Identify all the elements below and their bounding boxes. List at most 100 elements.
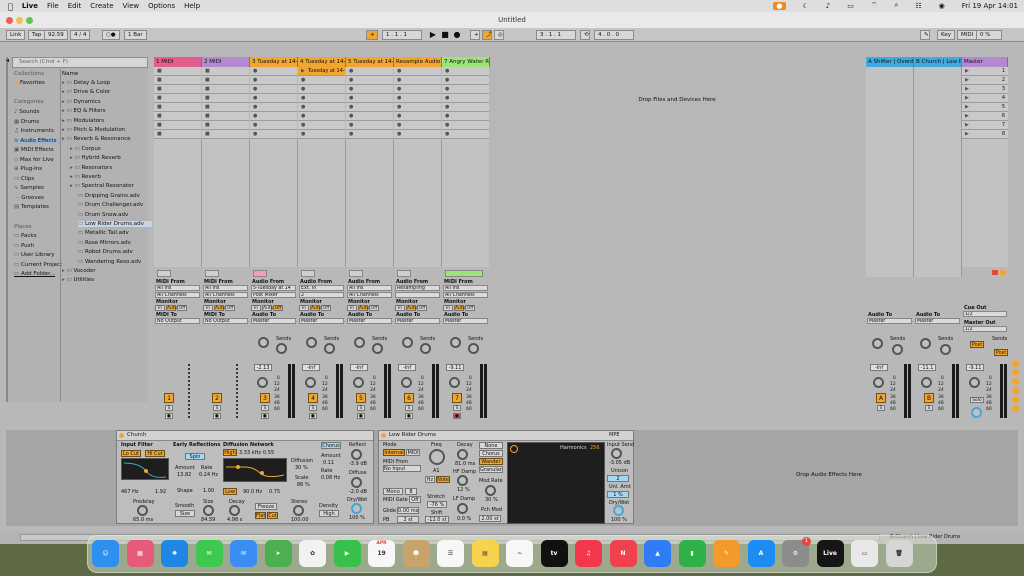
monitor-in-button[interactable]: In — [203, 305, 213, 311]
input-channel-select[interactable]: All Channels — [443, 292, 488, 298]
track-activator-button[interactable]: 3 — [260, 393, 270, 403]
record-slot-icon[interactable]: ● — [445, 131, 449, 137]
chorus-amount-value[interactable]: 0.11 — [323, 460, 334, 466]
dock-notes-icon[interactable]: ▤ — [471, 540, 499, 567]
reflect-value[interactable]: -3.9 dB — [349, 461, 367, 467]
mod-wander-button[interactable]: Wander — [479, 458, 503, 465]
cut-button[interactable]: Cut — [267, 512, 278, 519]
clip-slot[interactable]: ■ — [154, 103, 201, 112]
dock-messages-icon[interactable]: ✉ — [195, 540, 223, 567]
browser-item-metallic-tail-adv[interactable]: ▭ Metallic Tail.adv — [78, 230, 129, 236]
clip-stop-button[interactable] — [157, 270, 171, 277]
clip-slot[interactable]: Tuesday at 14- ▶ — [298, 67, 345, 76]
pan-knob[interactable] — [257, 377, 268, 388]
low-shelf-button[interactable]: Low — [223, 488, 237, 495]
output-select[interactable]: No Output — [203, 318, 248, 324]
mono-button[interactable]: Mono — [383, 488, 403, 495]
pan-knob[interactable] — [305, 377, 316, 388]
record-slot-icon[interactable]: ● — [349, 122, 353, 128]
dock-freeform-icon[interactable]: ~ — [506, 540, 533, 567]
send-a-knob[interactable] — [354, 337, 365, 348]
scene-slot[interactable]: ▶ 1 — [962, 67, 1008, 76]
menu-clock[interactable]: Fri 19 Apr 14:01 — [962, 2, 1018, 10]
shape-value[interactable]: 1.00 — [203, 488, 214, 494]
clip-slot[interactable]: ● — [298, 85, 345, 94]
solo-button[interactable]: S — [453, 405, 461, 411]
clip-stop-button[interactable] — [445, 270, 483, 277]
record-slot-icon[interactable]: ● — [349, 113, 353, 119]
return-output-select[interactable]: Master — [867, 318, 912, 324]
clip-slot[interactable]: ● — [298, 76, 345, 85]
cue-out-select[interactable]: 1/2 — [963, 311, 1007, 317]
track-header-7[interactable]: 7 Angry Water Re — [442, 57, 490, 67]
clip-slot[interactable]: ● — [298, 94, 345, 103]
browser-search[interactable]: Search (Cmd + F) — [12, 57, 148, 68]
category-templates[interactable]: ▤ Templates — [14, 204, 49, 210]
send-b-knob[interactable] — [324, 343, 335, 354]
clip-slot[interactable]: ● — [346, 94, 393, 103]
key-map-button[interactable]: Key — [937, 30, 955, 40]
browser-item-hybrid-reverb[interactable]: ▸ ▭ Hybrid Reverb — [70, 155, 121, 161]
stretch-value[interactable]: -76 % — [427, 501, 447, 508]
input-channel-select[interactable]: All Channels — [347, 292, 392, 298]
record-slot-icon[interactable]: ● — [397, 104, 401, 110]
scene-slot[interactable]: ▶ 8 — [962, 130, 1008, 139]
dock-facetime-icon[interactable]: ▶ — [333, 540, 361, 567]
drywet-knob[interactable] — [351, 503, 362, 514]
clip-slot[interactable]: ● — [250, 67, 297, 76]
record-slot-icon[interactable]: ● — [445, 86, 449, 92]
pan-knob[interactable] — [401, 377, 412, 388]
volume-value[interactable]: -Inf — [302, 364, 320, 371]
mod-none-button[interactable]: None — [479, 442, 503, 449]
record-slot-icon[interactable]: ● — [301, 131, 305, 137]
dock-live-icon[interactable]: Live — [816, 540, 844, 567]
place-user-library[interactable]: ▭ User Library — [14, 252, 54, 258]
spin-amount-value[interactable]: 13.82 — [177, 472, 191, 478]
scene-launch-icon[interactable]: ▶ — [965, 113, 969, 119]
clip-slot[interactable]: ● — [394, 76, 441, 85]
master-header[interactable]: Master — [962, 57, 1008, 67]
monitor-in-button[interactable]: In — [251, 305, 261, 311]
monitor-off-button[interactable]: Off — [177, 305, 187, 311]
scene-launch-icon[interactable]: ▶ — [965, 86, 969, 92]
session-drop-area[interactable]: Drop Files and Devices Here — [489, 67, 865, 267]
browser-item-reverb[interactable]: ▸ ▭ Reverb — [70, 174, 101, 180]
place-packs[interactable]: ▭ Packs — [14, 233, 36, 239]
input-channel-select[interactable]: 2 — [299, 292, 344, 298]
record-slot-icon[interactable]: ● — [445, 113, 449, 119]
record-slot-icon[interactable]: ● — [397, 68, 401, 74]
solo-button[interactable]: S — [261, 405, 269, 411]
monitor-in-button[interactable]: In — [395, 305, 405, 311]
return-volume[interactable]: -11.1 — [918, 364, 936, 371]
midi-mode-button[interactable]: MIDI — [406, 449, 420, 456]
stop-clip-icon[interactable]: ■ — [157, 95, 162, 101]
scale-value[interactable]: 86 % — [297, 482, 310, 488]
record-slot-icon[interactable]: ● — [445, 77, 449, 83]
browser-item-spectral-resonator[interactable]: ▸ ▭ Spectral Resonator — [70, 183, 134, 189]
loop-length-field[interactable]: 4 . 0 . 0 — [594, 30, 634, 40]
dock-preview-icon[interactable]: ▭ — [851, 540, 878, 567]
solo-button[interactable]: S — [357, 405, 365, 411]
record-slot-icon[interactable]: ● — [397, 86, 401, 92]
record-slot-icon[interactable]: ● — [253, 68, 257, 74]
scene-launch-icon[interactable]: ▶ — [965, 77, 969, 83]
scene-number[interactable]: 1 — [1002, 67, 1005, 75]
glide-value[interactable]: 0.00 ms — [397, 507, 419, 514]
monitor-off-button[interactable]: Off — [417, 305, 427, 311]
metronome-toggle[interactable]: ○● — [102, 30, 120, 40]
input-type-select[interactable]: All Ins — [347, 285, 392, 291]
monitor-in-button[interactable]: In — [443, 305, 453, 311]
clip-slot[interactable]: ● — [394, 121, 441, 130]
return-pan-knob[interactable] — [921, 377, 932, 388]
record-slot-icon[interactable]: ● — [445, 122, 449, 128]
mod-rate-knob[interactable] — [485, 485, 496, 496]
return-solo-button[interactable]: S — [925, 405, 933, 411]
browser-item-drum-snow-adv[interactable]: ▭ Drum Snow.adv — [78, 212, 128, 218]
siri-icon[interactable]: ◉ — [939, 2, 945, 10]
dock-news-icon[interactable]: N — [609, 540, 637, 567]
reflect-knob[interactable] — [351, 449, 362, 460]
master-volume[interactable]: -9.11 — [966, 364, 984, 371]
record-slot-icon[interactable]: ● — [397, 131, 401, 137]
dock-music-icon[interactable]: ♫ — [575, 540, 602, 567]
record-slot-icon[interactable]: ● — [253, 104, 257, 110]
